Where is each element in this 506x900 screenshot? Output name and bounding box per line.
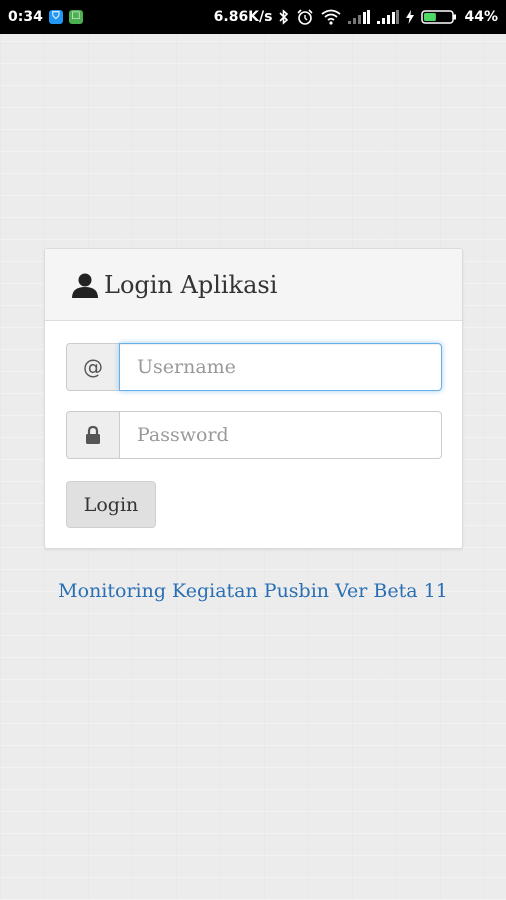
status-bar: 0:34 ⛉ ☐ 6.86K/s 44%	[0, 0, 506, 34]
username-input[interactable]	[119, 343, 442, 391]
battery-icon	[421, 9, 457, 25]
signal-icon	[377, 10, 400, 24]
wifi-icon	[321, 9, 342, 25]
page-title: Login Aplikasi	[104, 270, 278, 299]
at-sign-icon: @	[66, 343, 119, 391]
app-version-link[interactable]: Monitoring Kegiatan Pusbin Ver Beta 11	[0, 580, 506, 602]
bluetooth-icon	[279, 9, 289, 25]
login-panel: Login Aplikasi @ Login	[44, 248, 463, 549]
charging-icon	[406, 10, 415, 24]
alarm-icon	[296, 9, 314, 25]
username-group: @	[66, 343, 442, 391]
signal-icon	[348, 10, 371, 24]
android-app-icon: ☐	[68, 10, 83, 24]
password-group	[66, 411, 442, 459]
login-button[interactable]: Login	[66, 481, 156, 528]
password-input[interactable]	[119, 411, 442, 459]
battery-percent: 44%	[464, 9, 498, 25]
login-panel-header: Login Aplikasi	[45, 249, 462, 321]
battery-fill	[424, 13, 437, 21]
status-time: 0:34	[8, 9, 43, 25]
user-icon	[72, 272, 98, 298]
shield-app-icon: ⛉	[48, 10, 63, 24]
net-speed: 6.86K/s	[213, 9, 273, 25]
lock-icon	[66, 411, 119, 459]
